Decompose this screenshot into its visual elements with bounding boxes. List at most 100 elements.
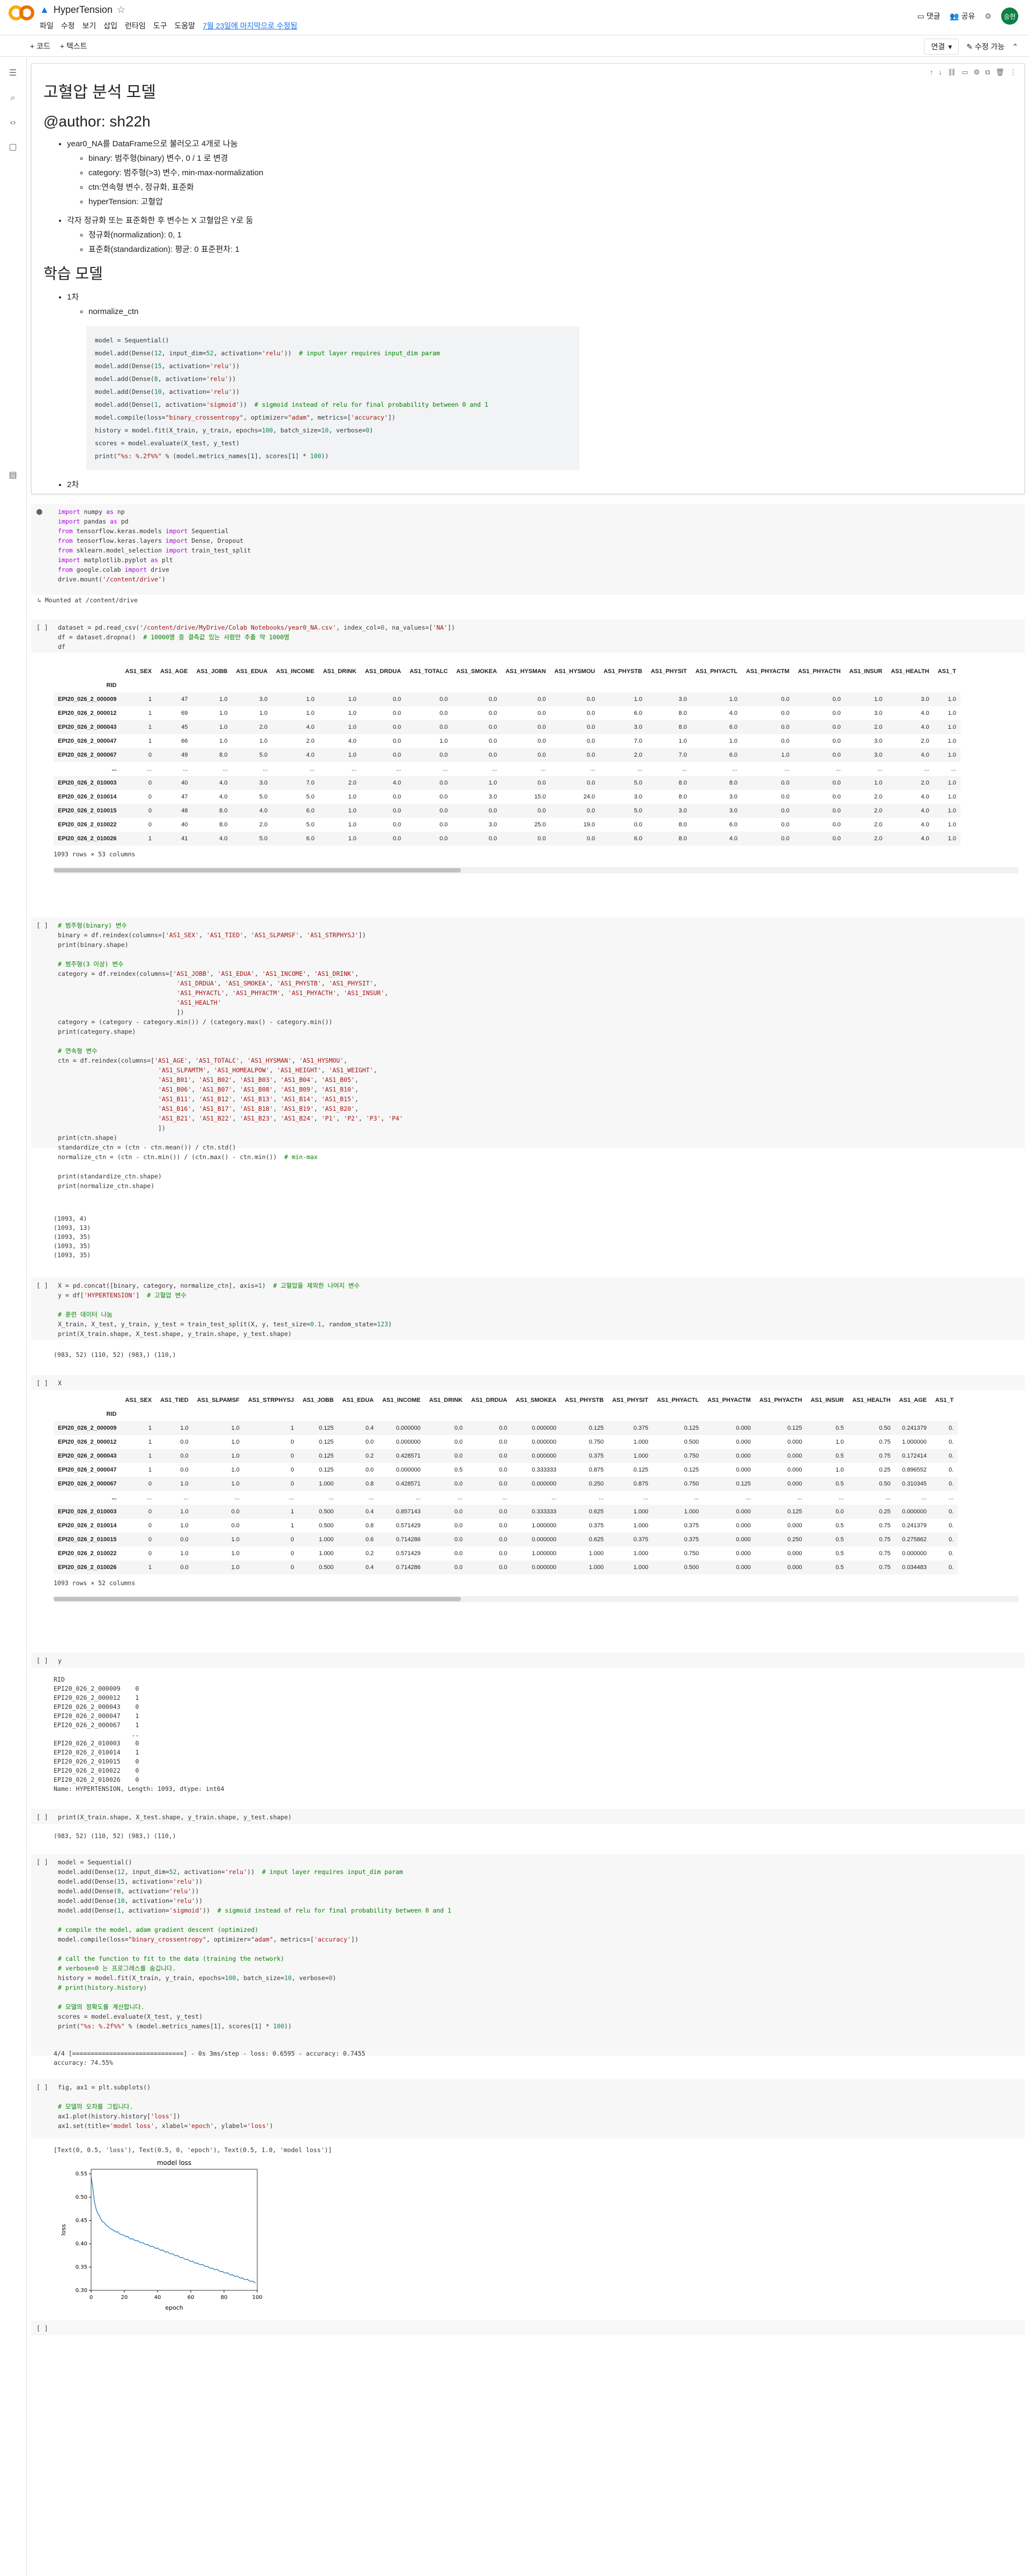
colab-logo[interactable]	[8, 4, 35, 21]
table-cell: 1.000	[588, 1564, 604, 1571]
move-up-icon[interactable]: ↑	[930, 68, 934, 77]
code-snippet-icon[interactable]: ‹›	[7, 117, 19, 129]
code-editor[interactable]: import numpy as np import pandas as pd f…	[58, 507, 1020, 584]
code-editor[interactable]: X	[58, 1378, 1020, 1388]
table-cell: 3.0	[634, 724, 643, 730]
table-cell: 0.571429	[396, 1550, 421, 1557]
run-cell-button[interactable]: [ ]	[36, 1812, 48, 1822]
run-cell-button[interactable]: ●	[36, 507, 42, 517]
folder-icon[interactable]: ▢	[7, 141, 19, 153]
table-cell: 0.4	[365, 1425, 374, 1431]
code-cell[interactable]: [ ] fig, ax1 = plt.subplots() # 모델의 오차를 그…	[31, 2079, 1025, 2138]
code-cell[interactable]: ● import numpy as np import pandas as pd …	[31, 504, 1025, 595]
table-cell: 0.500	[319, 1509, 334, 1515]
code-cell[interactable]: [ ] model = Sequential() model.add(Dense(…	[31, 1854, 1025, 2056]
list-item: hyperTension: 고혈압	[88, 195, 1019, 209]
menu-insert[interactable]: 삽입	[103, 20, 117, 31]
avatar[interactable]: 승현	[1001, 8, 1018, 25]
table-header-cell: AS1_INSUR	[849, 668, 883, 675]
table-header-cell: AS1_PHYACTH	[759, 1397, 802, 1403]
toc-icon[interactable]: ☰	[7, 68, 19, 79]
table-header-cell: AS1_PHYACTM	[707, 1397, 751, 1403]
terminal-icon[interactable]: ▤	[7, 469, 19, 481]
notebook-title[interactable]: HyperTension	[54, 4, 113, 16]
run-cell-button[interactable]: [ ]	[36, 623, 48, 632]
menu-runtime[interactable]: 런타임	[125, 20, 146, 31]
last-edit-link[interactable]: 7월 23일에 마지막으로 수정됨	[203, 20, 297, 31]
horizontal-scrollbar[interactable]	[54, 867, 1018, 873]
code-cell[interactable]: [ ] dataset = pd.read_csv('/content/drive…	[31, 619, 1025, 653]
code-cell[interactable]: [ ]	[31, 2320, 1025, 2335]
table-cell: 0	[148, 1481, 152, 1487]
table-cell: 2.0	[874, 808, 883, 814]
table-cell: 0.0	[180, 1536, 189, 1543]
code-editor[interactable]: fig, ax1 = plt.subplots() # 모델의 오차를 그립니다…	[58, 2082, 1020, 2131]
table-cell: 0.0	[832, 808, 841, 814]
run-cell-button[interactable]: [ ]	[36, 1378, 48, 1388]
menu-view[interactable]: 보기	[83, 20, 96, 31]
scrollbar-thumb[interactable]	[54, 1597, 461, 1601]
edit-mode-button[interactable]: ✎ 수정 가능	[966, 41, 1004, 52]
mirror-icon[interactable]: ⧉	[985, 68, 990, 77]
code-editor[interactable]: print(X_train.shape, X_test.shape, y_tra…	[58, 1812, 1020, 1822]
x-tick-label: 20	[121, 2295, 128, 2301]
table-cell: 3.0	[259, 696, 268, 703]
table-cell: 49	[181, 752, 188, 758]
comment-button[interactable]: ▭ 댓글	[917, 11, 940, 21]
table-cell: 0.375	[633, 1425, 648, 1431]
table-cell: 1.0	[348, 822, 357, 828]
table-row: EPI20_026_2_010026 1 0.0 1.0 0 0.500 0.4 0.7142…	[54, 1560, 958, 1574]
code-editor[interactable]: model = Sequential() model.add(Dense(12,…	[58, 1857, 1020, 2031]
run-cell-button[interactable]: [ ]	[36, 2082, 48, 2092]
run-cell-button[interactable]: [ ]	[36, 2324, 48, 2333]
code-editor[interactable]: y	[58, 1656, 1020, 1666]
code-editor[interactable]: dataset = pd.read_csv('/content/drive/My…	[58, 623, 1020, 652]
menu-tools[interactable]: 도구	[153, 20, 167, 31]
table-cell: 0.500	[684, 1439, 699, 1445]
settings-icon[interactable]: ⚙	[974, 68, 980, 77]
code-cell[interactable]: [ ] y	[31, 1653, 1025, 1668]
star-icon[interactable]: ☆	[117, 4, 125, 16]
menu-edit[interactable]: 수정	[61, 20, 75, 31]
table-cell: 1.000	[633, 1439, 648, 1445]
code-editor[interactable]: # 범주형(binary) 변수 binary = df.reindex(col…	[58, 921, 1020, 1191]
table-cell: 0	[148, 1522, 152, 1529]
more-icon[interactable]: ⋮	[1010, 68, 1017, 77]
add-code-button[interactable]: + 코드	[30, 41, 50, 51]
table-cell: 0.0	[832, 835, 841, 842]
run-cell-button[interactable]: [ ]	[36, 1656, 48, 1666]
code-cell[interactable]: [ ] print(X_train.shape, X_test.shape, y_…	[31, 1809, 1025, 1824]
menu-file[interactable]: 파일	[40, 20, 54, 31]
text-cell[interactable]: ↑ ↓ ⛓ ▭ ⚙ ⧉ 🗑 ⋮ 고혈압 분석 모델 @author: sh22h year0_…	[31, 63, 1025, 494]
cell-output: (983, 52) (110, 52) (983,) (110,)	[54, 1832, 176, 1840]
share-button[interactable]: 👥 공유	[950, 11, 975, 21]
run-cell-button[interactable]: [ ]	[36, 921, 48, 930]
search-icon[interactable]: ⌕	[7, 92, 19, 104]
run-cell-button[interactable]: [ ]	[36, 1281, 48, 1290]
list-item: ctn:연속형 변수, 정규화, 표준화	[88, 180, 1019, 195]
row-index: EPI20_026_2_010026	[58, 1564, 117, 1571]
table-cell: 1	[148, 738, 152, 744]
code-editor[interactable]: X = pd.concat([binary, category, normali…	[58, 1281, 1020, 1339]
comment-icon[interactable]: ▭	[961, 68, 968, 77]
collapse-icon[interactable]: ⌃	[1012, 42, 1018, 51]
scrollbar-thumb[interactable]	[54, 868, 461, 872]
settings-icon[interactable]: ⚙	[985, 12, 991, 21]
horizontal-scrollbar[interactable]	[54, 1596, 1018, 1602]
connect-button[interactable]: 연결 ▾	[924, 39, 959, 55]
code-cell[interactable]: [ ] X = pd.concat([binary, category, norm…	[31, 1278, 1025, 1340]
table-row: EPI20_026_2_000043 1 45 1.0 2.0 4.0 1.0 0.0 0.0 0…	[54, 720, 960, 734]
code-cell[interactable]: [ ] # 범주형(binary) 변수 binary = df.reindex(…	[31, 917, 1025, 1190]
x-tick-label: 80	[221, 2295, 228, 2301]
add-text-button[interactable]: + 텍스트	[60, 41, 87, 51]
link-icon[interactable]: ⛓	[948, 68, 957, 77]
menu-help[interactable]: 도움말	[174, 20, 195, 31]
table-cell: 0.75	[879, 1439, 891, 1445]
table-cell: 1	[148, 1425, 152, 1431]
move-down-icon[interactable]: ↓	[938, 68, 942, 77]
run-cell-button[interactable]: [ ]	[36, 1857, 48, 1867]
table-cell: 0.000	[787, 1564, 802, 1571]
table-cell: 45	[181, 724, 188, 730]
code-cell[interactable]: [ ] X	[31, 1375, 1025, 1390]
delete-icon[interactable]: 🗑	[995, 68, 1004, 77]
